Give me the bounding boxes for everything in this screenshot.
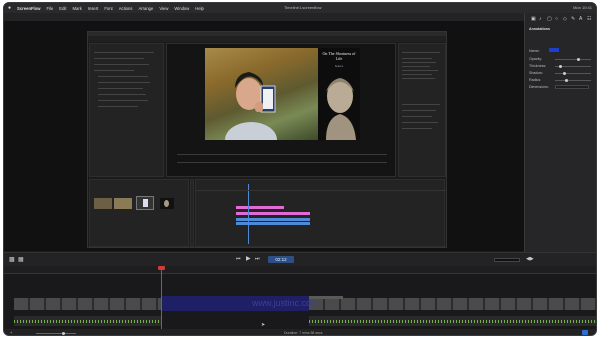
tools-panel <box>190 179 194 247</box>
text-props-icon[interactable]: A <box>579 16 582 22</box>
premiere-workspace-tabs <box>88 36 446 42</box>
menu-view[interactable]: View <box>159 6 168 11</box>
audio-waveform-left[interactable] <box>14 316 161 326</box>
menu-bar: ● ScreenFlow File Edit Mark Insert Font … <box>4 3 596 13</box>
menu-arrange[interactable]: Arrange <box>138 6 153 11</box>
add-track-icon[interactable]: + <box>10 330 12 335</box>
rewind-icon[interactable]: ⏮ <box>236 256 241 262</box>
menu-font[interactable]: Font <box>104 6 112 11</box>
book-title: On The Shortness of Life <box>322 51 356 61</box>
seneca-bust-image <box>326 78 356 140</box>
media-clip[interactable]: www.justinc.com <box>162 296 319 311</box>
project-thumb-2[interactable] <box>114 198 132 209</box>
document-title: Timeline1.screenflow <box>284 5 322 10</box>
book-cover: On The Shortness of Life Seneca <box>318 48 360 140</box>
menu-app[interactable]: ScreenFlow <box>17 6 41 11</box>
screenflow-toolbar <box>4 13 524 21</box>
playhead[interactable] <box>161 266 162 332</box>
screen-props-icon[interactable]: ▢ <box>547 16 552 22</box>
program-monitor: On The Shortness of Life Seneca <box>166 43 396 177</box>
color-swatch[interactable] <box>549 48 559 52</box>
menu-help[interactable]: Help <box>195 6 204 11</box>
timeline-footer: + Duration: 7 mins 58 secs <box>4 329 596 335</box>
timeline-clip-pink-1[interactable] <box>236 206 284 209</box>
timecode-text: 02:12 <box>275 257 287 262</box>
snap-toggle[interactable] <box>582 330 588 335</box>
screenflow-window: ● ScreenFlow File Edit Mark Insert Font … <box>3 2 597 336</box>
project-thumb-3[interactable] <box>136 196 154 210</box>
video-frame: On The Shortness of Life Seneca <box>205 48 360 140</box>
layout-icon[interactable]: ▦ <box>18 256 24 263</box>
shadow-slider[interactable] <box>563 72 566 75</box>
dimensions-field[interactable] <box>555 85 589 89</box>
opacity-label: Opacity: <box>529 57 543 61</box>
timecode-display: 02:12 <box>268 256 294 263</box>
premiere-window: On The Shortness of Life Seneca <box>87 31 447 248</box>
annotations-inspector: ▣ ♪ ▢ ○ ◇ ✎ A ☷ Annotations Name: Opacit… <box>524 13 596 252</box>
timeline-ruler[interactable] <box>4 266 596 274</box>
play-icon[interactable]: ▶ <box>246 255 251 262</box>
touch-props-icon[interactable]: ◇ <box>563 16 567 22</box>
clip-overlay-text: www.justinc.com <box>252 298 319 308</box>
menu-mark[interactable]: Mark <box>73 6 82 11</box>
mouse-cursor: ➤ <box>261 322 266 328</box>
effect-controls-panel <box>89 43 164 177</box>
scrub-icon[interactable]: ◀▶ <box>526 256 534 262</box>
screenflow-tracks: www.justinc.com ➤ <box>4 274 596 331</box>
name-label: Name: <box>529 49 540 53</box>
zoom-slider[interactable] <box>62 332 65 335</box>
status-clock: Mon 10:41 <box>573 5 592 10</box>
project-thumb-1[interactable] <box>94 198 112 209</box>
shadow-label: Shadow: <box>529 71 543 75</box>
media-library-icon[interactable]: ☷ <box>587 16 591 22</box>
menu-edit[interactable]: Edit <box>59 6 66 11</box>
menu-window[interactable]: Window <box>174 6 189 11</box>
audio-props-icon[interactable]: ♪ <box>539 16 542 22</box>
radius-label: Radius: <box>529 78 542 82</box>
audio-waveform-right[interactable] <box>309 316 596 326</box>
duration-text: Duration: 7 mins 58 secs <box>284 331 323 335</box>
project-thumb-4[interactable] <box>160 198 174 209</box>
media-icon[interactable]: ▩ <box>9 256 15 263</box>
project-panel <box>89 179 189 247</box>
thickness-label: Thickness: <box>529 64 547 68</box>
thickness-slider[interactable] <box>559 65 562 68</box>
book-author: Seneca <box>334 64 344 68</box>
video-props-icon[interactable]: ▣ <box>531 16 536 22</box>
radius-slider[interactable] <box>565 79 568 82</box>
callout-props-icon[interactable]: ○ <box>555 16 558 22</box>
menu-file[interactable]: File <box>47 6 54 11</box>
zoom-field[interactable] <box>494 258 520 262</box>
clip-label <box>309 296 343 299</box>
menu-actions[interactable]: Actions <box>119 6 133 11</box>
effects-panel <box>398 43 446 177</box>
opacity-slider[interactable] <box>577 58 580 61</box>
filmstrip-track-left[interactable] <box>14 298 161 310</box>
forward-icon[interactable]: ⏭ <box>255 256 260 262</box>
person-holding-book <box>225 72 277 140</box>
inspector-title: Annotations <box>529 27 550 31</box>
dimensions-label: Dimensions: <box>529 85 549 89</box>
premiere-timeline <box>195 179 446 247</box>
transport-bar: ▩ ▦ ⏮ ▶ ⏭ 02:12 ◀▶ <box>4 252 596 266</box>
menu-insert[interactable]: Insert <box>88 6 98 11</box>
apple-icon[interactable]: ● <box>8 5 11 11</box>
filmstrip-track-right[interactable] <box>309 298 596 310</box>
recording-canvas[interactable]: On The Shortness of Life Seneca <box>4 21 524 251</box>
annotation-props-icon[interactable]: ✎ <box>571 16 575 22</box>
